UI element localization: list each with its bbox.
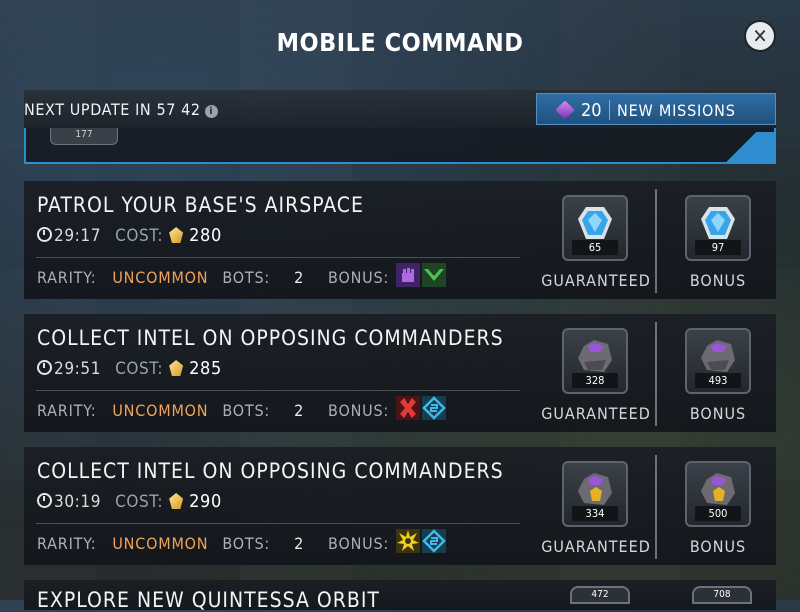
new-missions-button[interactable]: 20 NEW MISSIONS xyxy=(536,93,776,125)
mission-title: EXPLORE NEW QUINTESSA ORBIT xyxy=(37,588,380,612)
mission-meta: 29:17 COST: 280 xyxy=(37,225,222,246)
mission-timer: 29:51 xyxy=(54,359,102,379)
divider xyxy=(36,390,520,391)
mission-stats: RARITY: UNCOMMON BOTS: 2 BONUS: xyxy=(37,534,389,553)
mission-timer: 29:17 xyxy=(54,226,102,246)
purple-ore-icon xyxy=(578,340,612,372)
gold-ore-icon xyxy=(701,473,735,505)
strip-tab: 177 xyxy=(50,128,118,145)
yellow-burst-icon xyxy=(396,529,420,553)
timer-icon xyxy=(37,360,52,375)
reward-count-badge: 472 xyxy=(570,586,630,604)
rarity-label: RARITY: xyxy=(37,268,97,287)
mission-card-partial[interactable]: EXPLORE NEW QUINTESSA ORBIT 472 708 xyxy=(24,580,776,612)
cost-label: COST: xyxy=(115,226,164,246)
missions-label: NEW MISSIONS xyxy=(617,101,736,120)
bonus-label: BONUS: xyxy=(328,268,390,287)
guaranteed-reward[interactable]: 328 xyxy=(562,328,628,394)
bots-value: 2 xyxy=(294,534,305,553)
blue-crystal-icon xyxy=(701,207,735,239)
reward-count: 65 xyxy=(572,240,618,255)
bots-label: BOTS: xyxy=(222,401,271,420)
next-update-label: NEXT UPDATE IN 57 42 xyxy=(24,100,201,119)
guaranteed-reward[interactable]: 65 xyxy=(562,195,628,261)
bonus-label: BONUS: xyxy=(328,534,390,553)
cost-label: COST: xyxy=(115,359,164,379)
timer-icon xyxy=(37,493,52,508)
reward-count: 97 xyxy=(695,240,741,255)
purple-fist-icon xyxy=(396,263,420,287)
mission-title: PATROL YOUR BASE'S AIRSPACE xyxy=(37,193,364,217)
green-chevron-icon xyxy=(422,263,446,287)
info-icon[interactable]: i xyxy=(204,105,218,118)
energon-icon xyxy=(169,360,184,376)
mission-meta: 30:19 COST: 290 xyxy=(37,491,222,512)
close-button[interactable]: ✕ xyxy=(746,22,774,50)
bots-label: BOTS: xyxy=(222,268,271,287)
cube-icon xyxy=(555,100,575,120)
divider xyxy=(36,257,520,258)
timer-icon xyxy=(37,227,52,242)
mission-title: COLLECT INTEL ON OPPOSING COMMANDERS xyxy=(37,459,504,483)
bonus-label: BONUS: xyxy=(328,401,390,420)
energon-icon xyxy=(169,493,184,509)
blue-rune-icon xyxy=(422,529,446,553)
reward-count: 328 xyxy=(572,373,618,388)
reward-count: 500 xyxy=(695,506,741,521)
rarity-value: UNCOMMON xyxy=(112,534,209,553)
cost-value: 285 xyxy=(189,358,222,379)
missions-count: 20 xyxy=(581,100,602,121)
strip-corner xyxy=(712,132,774,162)
mission-card[interactable]: PATROL YOUR BASE'S AIRSPACE 29:17 COST: 28… xyxy=(24,181,776,299)
cost-label: COST: xyxy=(115,492,164,512)
rarity-label: RARITY: xyxy=(37,401,97,420)
bots-value: 2 xyxy=(294,268,305,287)
reward-count-badge: 708 xyxy=(692,586,752,604)
bonus-reward[interactable]: 493 xyxy=(685,328,751,394)
bonus-reward-label: BONUS xyxy=(689,537,747,556)
mission-timer: 30:19 xyxy=(54,492,102,512)
update-bar: NEXT UPDATE IN 57 42 i 20 NEW MISSIONS xyxy=(24,90,776,128)
bots-value: 2 xyxy=(294,401,305,420)
mission-stats: RARITY: UNCOMMON BOTS: 2 BONUS: xyxy=(37,268,389,287)
energon-icon xyxy=(169,227,184,243)
purple-ore-icon xyxy=(701,340,735,372)
gold-ore-icon xyxy=(578,473,612,505)
blue-rune-icon xyxy=(422,396,446,420)
guaranteed-label: GUARANTEED xyxy=(541,404,651,423)
bonus-reward[interactable]: 97 xyxy=(685,195,751,261)
divider xyxy=(655,455,657,559)
close-icon: ✕ xyxy=(752,24,768,48)
divider xyxy=(655,322,657,426)
next-update-text: NEXT UPDATE IN 57 42 i xyxy=(24,100,218,119)
mission-card[interactable]: COLLECT INTEL ON OPPOSING COMMANDERS 29:… xyxy=(24,314,776,432)
reward-count: 334 xyxy=(572,506,618,521)
red-cross-icon xyxy=(396,396,420,420)
rarity-value: UNCOMMON xyxy=(112,401,209,420)
bonus-reward-label: BONUS xyxy=(689,404,747,423)
mission-stats: RARITY: UNCOMMON BOTS: 2 BONUS: xyxy=(37,401,389,420)
guaranteed-reward[interactable]: 334 xyxy=(562,461,628,527)
reward-count: 493 xyxy=(695,373,741,388)
divider xyxy=(655,189,657,293)
mission-meta: 29:51 COST: 285 xyxy=(37,358,222,379)
divider xyxy=(36,523,520,524)
page-title: MOBILE COMMAND xyxy=(276,28,524,57)
cost-value: 290 xyxy=(189,491,222,512)
divider xyxy=(609,100,610,120)
bonus-reward-label: BONUS xyxy=(689,271,747,290)
active-mission-strip[interactable]: 177 xyxy=(24,128,776,164)
mission-title: COLLECT INTEL ON OPPOSING COMMANDERS xyxy=(37,326,504,350)
guaranteed-label: GUARANTEED xyxy=(541,271,651,290)
bots-label: BOTS: xyxy=(222,534,271,553)
rarity-value: UNCOMMON xyxy=(112,268,209,287)
guaranteed-label: GUARANTEED xyxy=(541,537,651,556)
mission-card[interactable]: COLLECT INTEL ON OPPOSING COMMANDERS 30:… xyxy=(24,447,776,565)
bonus-reward[interactable]: 500 xyxy=(685,461,751,527)
blue-crystal-icon xyxy=(578,207,612,239)
cost-value: 280 xyxy=(189,225,222,246)
rarity-label: RARITY: xyxy=(37,534,97,553)
